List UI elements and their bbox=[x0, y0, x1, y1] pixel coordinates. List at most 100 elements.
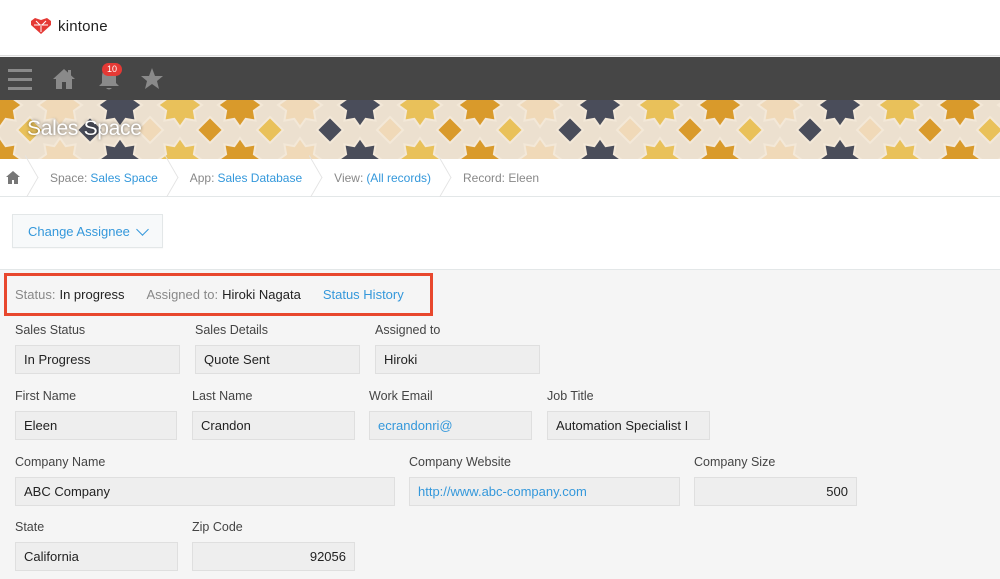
banner-tile bbox=[696, 100, 744, 129]
field-value: Automation Specialist I bbox=[547, 411, 710, 440]
banner-tile bbox=[156, 100, 204, 129]
notification-badge: 10 bbox=[102, 63, 122, 76]
breadcrumb-label: Space: bbox=[50, 170, 88, 185]
status-history-link[interactable]: Status History bbox=[323, 287, 404, 302]
banner-tile bbox=[336, 100, 384, 129]
field-label: Work Email bbox=[369, 389, 433, 403]
field-value: California bbox=[15, 542, 178, 571]
banner-tile bbox=[555, 115, 585, 145]
home-icon[interactable] bbox=[52, 65, 76, 93]
breadcrumb-link-app[interactable]: Sales Database bbox=[217, 171, 302, 185]
field-label: Last Name bbox=[192, 389, 253, 403]
assigned-value: Hiroki Nagata bbox=[222, 287, 301, 302]
field-label: Sales Status bbox=[15, 323, 86, 337]
banner-tile bbox=[216, 100, 264, 129]
home-icon bbox=[6, 171, 20, 184]
banner-tile bbox=[697, 136, 743, 159]
status-label: Status: bbox=[15, 287, 56, 302]
field-sales-details: Sales Details Quote Sent bbox=[195, 322, 360, 374]
banner-tile bbox=[975, 115, 1000, 145]
banner-tile bbox=[516, 100, 564, 129]
field-state: State California bbox=[15, 519, 178, 571]
banner-tile bbox=[817, 136, 863, 159]
breadcrumb-app: App: Sales Database bbox=[172, 159, 316, 197]
field-company-name: Company Name ABC Company bbox=[15, 454, 395, 506]
field-work-email: Work Email ecrandonri@ bbox=[369, 388, 532, 440]
kintone-logo[interactable]: kintone bbox=[30, 17, 108, 35]
star-icon[interactable] bbox=[140, 65, 164, 93]
banner-tile bbox=[735, 115, 765, 145]
breadcrumb-link-space[interactable]: Sales Space bbox=[90, 171, 157, 185]
banner-tile bbox=[255, 115, 285, 145]
banner-tile bbox=[97, 136, 143, 159]
field-label: Zip Code bbox=[192, 520, 243, 534]
banner-tile bbox=[675, 115, 705, 145]
field-label: Sales Details bbox=[195, 323, 268, 337]
banner-tile bbox=[876, 100, 924, 129]
field-value: In Progress bbox=[15, 345, 180, 374]
status-bar-highlight: Status: In progress Assigned to: Hiroki … bbox=[4, 273, 433, 316]
change-assignee-label: Change Assignee bbox=[28, 223, 130, 239]
navbar bbox=[0, 57, 1000, 100]
banner-tile bbox=[315, 115, 345, 145]
breadcrumb-space: Space: Sales Space bbox=[32, 159, 172, 197]
status-value: In progress bbox=[59, 287, 125, 302]
banner-tile bbox=[396, 100, 444, 129]
banner-tile bbox=[375, 115, 405, 145]
field-sales-status: Sales Status In Progress bbox=[15, 322, 180, 374]
menu-icon[interactable] bbox=[8, 65, 32, 93]
banner-tile bbox=[277, 136, 323, 159]
kintone-logo-icon bbox=[31, 18, 51, 34]
field-value: 92056 bbox=[192, 542, 355, 571]
banner-tile bbox=[195, 115, 225, 145]
field-company-size: Company Size 500 bbox=[694, 454, 857, 506]
banner-tile bbox=[435, 115, 465, 145]
breadcrumb-record: Record: Eleen bbox=[445, 159, 553, 197]
banner-tile bbox=[795, 115, 825, 145]
banner-tile bbox=[0, 100, 24, 129]
field-value: 500 bbox=[694, 477, 857, 506]
field-last-name: Last Name Crandon bbox=[192, 388, 355, 440]
field-label: Assigned to bbox=[375, 323, 441, 337]
field-assigned-to: Assigned to Hiroki bbox=[375, 322, 540, 374]
field-label: Company Website bbox=[409, 455, 511, 469]
field-label: First Name bbox=[15, 389, 77, 403]
banner-tile bbox=[457, 136, 503, 159]
banner-tile bbox=[577, 136, 623, 159]
field-label: Job Title bbox=[547, 389, 594, 403]
breadcrumb-view: View: (All records) bbox=[316, 159, 445, 197]
breadcrumb-label: View: bbox=[334, 170, 364, 185]
breadcrumb-label: App: bbox=[189, 170, 215, 185]
chevron-down-icon bbox=[136, 223, 149, 236]
banner-tile-pattern bbox=[0, 100, 1000, 159]
field-label: State bbox=[15, 520, 45, 534]
banner-tile bbox=[517, 136, 563, 159]
change-assignee-button[interactable]: Change Assignee bbox=[12, 214, 163, 248]
work-email-link[interactable]: ecrandonri@ bbox=[369, 411, 532, 440]
banner-tile bbox=[757, 136, 803, 159]
banner-tile bbox=[276, 100, 324, 129]
breadcrumb-home[interactable] bbox=[0, 159, 32, 197]
banner-tile bbox=[936, 100, 984, 129]
banner-tile bbox=[0, 136, 23, 159]
assigned-label: Assigned to: bbox=[146, 287, 219, 302]
field-value: Crandon bbox=[192, 411, 355, 440]
banner-tile bbox=[615, 115, 645, 145]
logo-text: kintone bbox=[58, 17, 108, 35]
banner-tile bbox=[495, 115, 525, 145]
field-value: ABC Company bbox=[15, 477, 395, 506]
field-value: Quote Sent bbox=[195, 345, 360, 374]
company-website-link[interactable]: http://www.abc-company.com bbox=[409, 477, 680, 506]
field-value: Hiroki bbox=[375, 345, 540, 374]
field-job-title: Job Title Automation Specialist I bbox=[547, 388, 710, 440]
breadcrumb-link-view[interactable]: (All records) bbox=[366, 171, 431, 185]
banner-tile bbox=[217, 136, 263, 159]
banner-tile bbox=[576, 100, 624, 129]
banner-tile bbox=[636, 100, 684, 129]
banner-tile bbox=[855, 115, 885, 145]
field-label: Company Size bbox=[694, 455, 776, 469]
record-toolbar: Change Assignee bbox=[0, 197, 1000, 270]
banner-tile bbox=[397, 136, 443, 159]
field-company-website: Company Website http://www.abc-company.c… bbox=[409, 454, 680, 506]
banner-tile bbox=[456, 100, 504, 129]
